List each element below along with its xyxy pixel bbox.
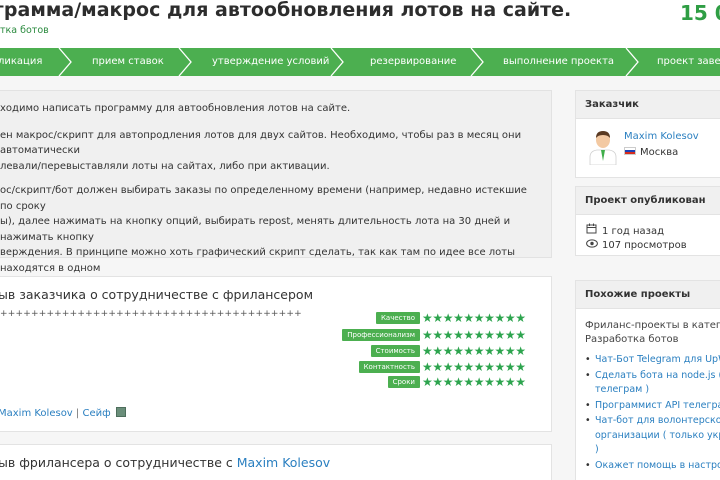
published-time-text: 1 год назад [602, 226, 665, 237]
russia-flag-icon [624, 147, 636, 155]
rating-label: Стоимость [370, 345, 420, 357]
stage-terms-approval: утверждение условий [212, 56, 330, 67]
review-text: +++++++++++++++++++++++++++++++++++++++ [0, 309, 302, 319]
safe-deal-icon [115, 407, 126, 417]
rating-stars-icon: ★★★★★★★★★★ [422, 360, 526, 374]
rating-row-contact: Контактность ★★★★★★★★★★ [348, 360, 548, 374]
rating-stars-icon: ★★★★★★★★★★ [422, 344, 526, 358]
similar-project-link[interactable]: Чат-бот для волонтерской организации ( т… [585, 414, 720, 458]
review-author-link[interactable]: Maxim Kolesov [0, 408, 73, 419]
rating-label: Сроки [387, 376, 420, 388]
separator: | [75, 408, 80, 419]
review-title: ыв фрилансера о сотрудничестве с Maxim K… [0, 455, 330, 470]
avatar-icon[interactable] [588, 127, 618, 165]
similar-project-link[interactable]: Окажет помощь в настройк [585, 459, 720, 474]
review-author-line: Maxim Kolesov | Сейф [0, 407, 126, 419]
similar-intro-line: Фриланс-проекты в категори [585, 320, 720, 331]
description-paragraph: ен макрос/скрипт для автопродления лотов… [0, 129, 522, 172]
similar-project-link[interactable]: Чат-Бот Telegram для UpW [585, 353, 720, 368]
rating-stars-icon: ★★★★★★★★★★ [422, 311, 526, 325]
stage-publication: ликация [0, 56, 43, 67]
customer-link[interactable]: Maxim Kolesov [237, 455, 330, 470]
similar-intro: Фриланс-проекты в категори Разработка бо… [585, 319, 720, 347]
project-title: грамма/макрос для автообновления лотов н… [0, 0, 572, 21]
similar-projects-block: Похожие проекты Фриланс-проекты в катего… [575, 280, 720, 480]
project-stages-bar: ликация прием ставок утверждение условий… [0, 48, 720, 76]
similar-heading: Похожие проекты [576, 281, 720, 309]
published-block: Проект опубликован 1 год назад 107 просм… [575, 186, 720, 256]
rating-row-quality: Качество ★★★★★★★★★★ [348, 311, 548, 325]
customer-heading: Заказчик [576, 91, 720, 119]
project-header: грамма/макрос для автообновления лотов н… [0, 0, 720, 48]
published-time: 1 год назад [586, 223, 664, 237]
project-description: ходимо написать программу для автообновл… [0, 90, 552, 289]
customer-block: Заказчик Maxim Kolesov Москва [575, 90, 720, 178]
similar-project-text: Чат-бот для волонтерской [595, 415, 720, 426]
stage-separator-icon [625, 48, 639, 76]
review-title: ыв заказчика о сотрудничестве с фрилансе… [0, 287, 314, 302]
customer-location: Москва [624, 147, 678, 158]
customer-city: Москва [640, 147, 679, 158]
rating-label: Контактность [358, 361, 420, 373]
review-title-text: ыв фрилансера о сотрудничестве с [0, 455, 233, 470]
similar-project-text: организации ( только укра [595, 429, 720, 441]
rating-row-cost: Стоимость ★★★★★★★★★★ [348, 344, 548, 358]
category-link[interactable]: тка ботов [0, 25, 49, 36]
stage-bidding: прием ставок [92, 56, 164, 67]
views-count: 107 просмотров [586, 239, 687, 251]
rating-label: Качество [375, 312, 420, 324]
similar-project-link[interactable]: Программист API телеграм [585, 399, 720, 414]
similar-project-text: Сделать бота на node.js ( [595, 369, 720, 381]
stage-separator-icon [58, 48, 72, 76]
similar-project-text: телеграм ) [595, 384, 650, 395]
customer-name-link[interactable]: Maxim Kolesov [624, 131, 699, 142]
stage-reservation: резервирование [370, 56, 457, 67]
calendar-icon [586, 223, 597, 234]
stage-separator-icon [178, 48, 192, 76]
similar-project-text: ) [595, 444, 599, 455]
rating-label: Профессионализм [342, 329, 420, 341]
safe-deal-label: Сейф [82, 408, 111, 419]
views-text: 107 просмотров [602, 240, 687, 251]
similar-intro-line: Разработка ботов [585, 334, 679, 345]
eye-icon [586, 239, 598, 248]
stage-completed: проект завер [657, 56, 720, 67]
freelancer-review-card: ыв фрилансера о сотрудничестве с Maxim K… [0, 444, 552, 480]
rating-stars-icon: ★★★★★★★★★★ [422, 375, 526, 389]
rating-row-deadlines: Сроки ★★★★★★★★★★ [348, 375, 548, 389]
project-budget: 15 0 [680, 1, 720, 25]
project-page: грамма/макрос для автообновления лотов н… [0, 0, 720, 480]
published-heading: Проект опубликован [576, 187, 720, 215]
rating-stars-icon: ★★★★★★★★★★ [422, 328, 526, 342]
similar-project-link[interactable]: Сделать бота на node.js ( телеграм ) [585, 369, 720, 398]
stage-execution: выполнение проекта [503, 56, 615, 67]
similar-projects-list: Чат-Бот Telegram для UpW Сделать бота на… [585, 353, 720, 474]
rating-row-professionalism: Профессионализм ★★★★★★★★★★ [342, 328, 548, 342]
stage-separator-icon [330, 48, 344, 76]
stage-separator-icon [470, 48, 484, 76]
description-paragraph: ходимо написать программу для автообновл… [0, 103, 351, 114]
